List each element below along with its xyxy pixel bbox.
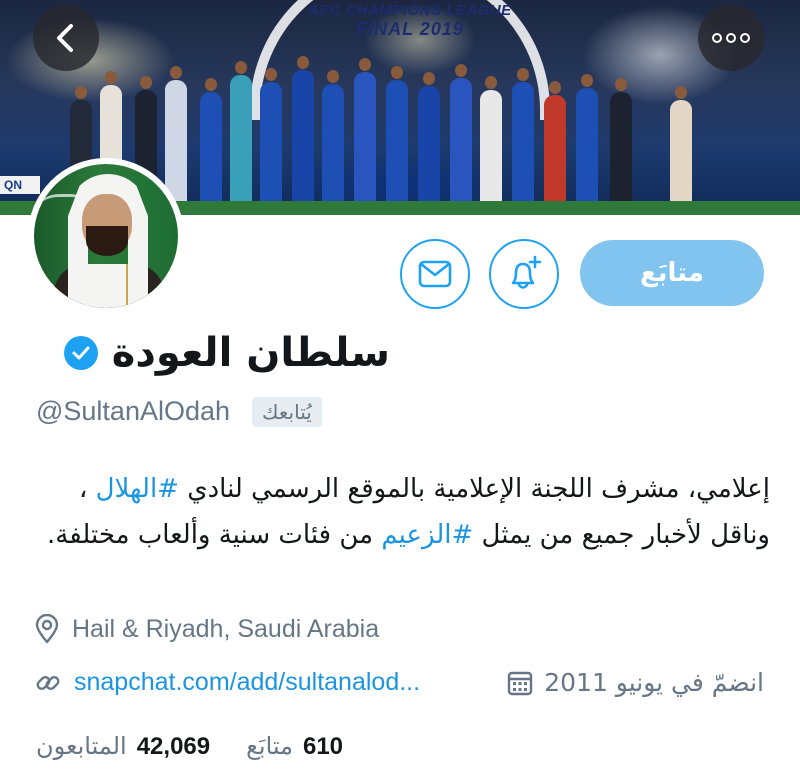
bio-text-end: من فئات سنية وألعاب مختلفة.	[47, 520, 382, 550]
followers-label[interactable]: المتابعون	[36, 732, 127, 760]
following-count[interactable]: 610	[303, 733, 343, 761]
notifications-button[interactable]	[489, 239, 559, 309]
joined-date-row: انضمّ في يونيو 2011	[506, 668, 764, 697]
profile-bio: إعلامي، مشرف اللجنة الإعلامية بالموقع ال…	[30, 466, 770, 558]
bio-hashtag-hilal[interactable]: #الهلال	[96, 474, 179, 504]
follows-you-badge: يُتابعك	[252, 396, 322, 427]
stats-row: المتابعون 42,069 متابَع 610	[36, 732, 343, 761]
chevron-left-icon	[57, 24, 73, 52]
location-row: Hail & Riyadh, Saudi Arabia	[34, 614, 379, 644]
bell-plus-icon	[511, 255, 542, 289]
joined-date-text: انضمّ في يونيو 2011	[544, 668, 764, 697]
banner-event-line1: AFC CHAMPIONS LEAGUE	[308, 2, 512, 19]
location-text: Hail & Riyadh, Saudi Arabia	[72, 614, 380, 643]
website-row[interactable]: snapchat.com/add/sultanalod...	[34, 668, 420, 697]
link-icon	[36, 675, 60, 690]
calendar-icon	[508, 671, 533, 695]
verified-badge-icon	[63, 336, 98, 370]
more-options-icon	[712, 33, 750, 43]
avatar-photo	[34, 164, 178, 308]
username-handle: @SultanAlOdah	[36, 396, 231, 426]
display-name: سلطان العودة	[111, 330, 390, 376]
back-button[interactable]	[33, 5, 99, 71]
banner-sponsor-board: QN	[0, 176, 40, 194]
bio-text: إعلامي، مشرف اللجنة الإعلامية بالموقع ال…	[187, 474, 770, 504]
envelope-icon	[418, 260, 452, 288]
handle-row: @SultanAlOdah يُتابعك	[36, 396, 322, 427]
avatar[interactable]	[28, 158, 184, 314]
more-options-button[interactable]	[698, 5, 764, 71]
followers-count[interactable]: 42,069	[137, 733, 210, 761]
banner-event-line2: FINAL 2019	[356, 19, 464, 39]
message-button[interactable]	[400, 239, 470, 309]
bio-hashtag-zaeem[interactable]: #الزعيم	[381, 520, 473, 550]
profile-name-row: سلطان العودة	[63, 330, 390, 376]
website-link[interactable]: snapchat.com/add/sultanalod...	[74, 668, 420, 697]
location-pin-icon	[35, 614, 59, 644]
following-label[interactable]: متابَع	[246, 732, 293, 760]
following-button[interactable]: متابَع	[580, 240, 764, 306]
banner-event-title: AFC CHAMPIONS LEAGUE FINAL 2019	[300, 2, 520, 40]
